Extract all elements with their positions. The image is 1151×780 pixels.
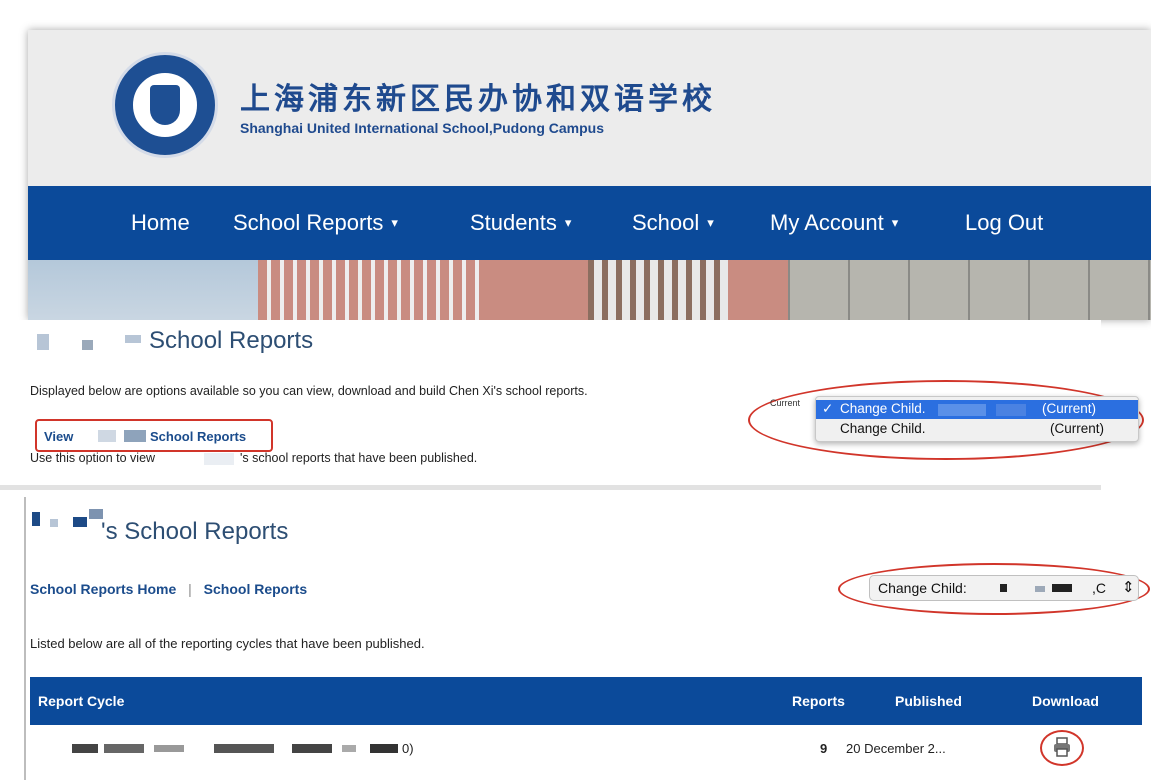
change-child-select[interactable]: Change Child: ,C ⇕ (869, 575, 1139, 601)
school-name-cn: 上海浦东新区民办协和双语学校 (240, 82, 716, 117)
option-suffix: (Current) (1050, 421, 1105, 436)
current-label: Current (770, 398, 801, 408)
change-child-label: Change Child: (878, 580, 967, 596)
checkmark-icon: ✓ (822, 401, 834, 416)
site-header-panel: 上海浦东新区民办协和双语学校 Shanghai United Internati… (28, 30, 1151, 320)
nav-my-account[interactable]: My Account ▾ (770, 210, 898, 236)
building-facade (258, 260, 488, 320)
view-reports-link-suffix[interactable]: School Reports (150, 429, 246, 444)
page-title: School Reports (149, 327, 314, 354)
cycles-description: Listed below are all of the reporting cy… (30, 636, 425, 651)
nav-log-out-label: Log Out (965, 210, 1044, 235)
options-description: Displayed below are options available so… (30, 384, 588, 398)
nav-students[interactable]: Students ▾ (470, 210, 571, 236)
nav-school-reports-label: School Reports (233, 210, 384, 235)
nav-log-out[interactable]: Log Out (965, 210, 1043, 236)
col-download[interactable]: Download (1032, 693, 1099, 709)
main-nav: Home School Reports ▾ Students ▾ School ▾ M… (28, 186, 1151, 260)
table-row[interactable]: 0) 9 20 December 2... (30, 725, 1142, 775)
report-count: 9 (820, 741, 828, 756)
chevron-down-icon: ▾ (564, 215, 572, 230)
chevron-down-icon: ▾ (391, 215, 398, 230)
redacted-cycle-name (72, 744, 98, 753)
option-label: Change Child. (840, 401, 926, 416)
student-reports-panel: 's School Reports School Reports Home | … (26, 497, 1151, 780)
nav-school[interactable]: School ▾ (632, 210, 714, 236)
col-published[interactable]: Published (895, 693, 962, 709)
breadcrumb-current-link[interactable]: School Reports (204, 581, 307, 597)
redacted-name (37, 334, 49, 350)
chevron-down-icon: ▾ (707, 215, 714, 230)
dropdown-option[interactable]: Change Child. (Current) (816, 420, 1138, 439)
dropdown-option-selected[interactable]: ✓ Change Child. (Current) (816, 400, 1138, 419)
view-option-desc-start: Use this option to view (30, 451, 156, 465)
change-child-value: ,C (1092, 580, 1106, 596)
col-report-cycle[interactable]: Report Cycle (38, 693, 124, 709)
view-option-desc-end: 's school reports that have been publish… (240, 451, 478, 465)
logo-emblem (131, 71, 199, 139)
select-arrows-icon: ⇕ (1122, 579, 1135, 596)
nav-school-label: School (632, 210, 700, 235)
campus-banner-image (28, 260, 1151, 320)
cycle-name-suffix: 0) (402, 741, 414, 756)
view-link-prefix: View (44, 429, 74, 444)
published-date: 20 December 2... (846, 741, 946, 756)
redacted-name (938, 404, 986, 416)
breadcrumb-separator: | (188, 581, 192, 597)
page-title: 's School Reports (101, 518, 289, 545)
reports-options-panel: School Reports Displayed below are optio… (0, 320, 1144, 490)
option-label: Change Child. (840, 421, 926, 436)
redacted-name (32, 512, 40, 526)
option-suffix: (Current) (1042, 401, 1097, 416)
nav-students-label: Students (470, 210, 557, 235)
nav-my-account-label: My Account (770, 210, 884, 235)
shield-icon (150, 85, 180, 125)
redacted-name (1000, 584, 1007, 592)
breadcrumb-home-link[interactable]: School Reports Home (30, 581, 176, 597)
view-reports-link[interactable]: View (44, 429, 73, 444)
school-name-en: Shanghai United International School,Pud… (240, 120, 605, 136)
school-logo[interactable] (112, 52, 218, 158)
nav-home-label: Home (131, 210, 190, 235)
breadcrumb: School Reports Home | School Reports (30, 581, 307, 597)
table-header: Report Cycle Reports Published Download (30, 677, 1142, 725)
chevron-down-icon: ▾ (891, 215, 899, 230)
change-child-dropdown[interactable]: ✓ Change Child. (Current) Change Child. … (815, 396, 1139, 442)
col-reports[interactable]: Reports (792, 693, 845, 709)
nav-home[interactable]: Home (131, 210, 190, 236)
print-icon[interactable] (1050, 735, 1074, 759)
nav-school-reports[interactable]: School Reports ▾ (233, 210, 398, 236)
